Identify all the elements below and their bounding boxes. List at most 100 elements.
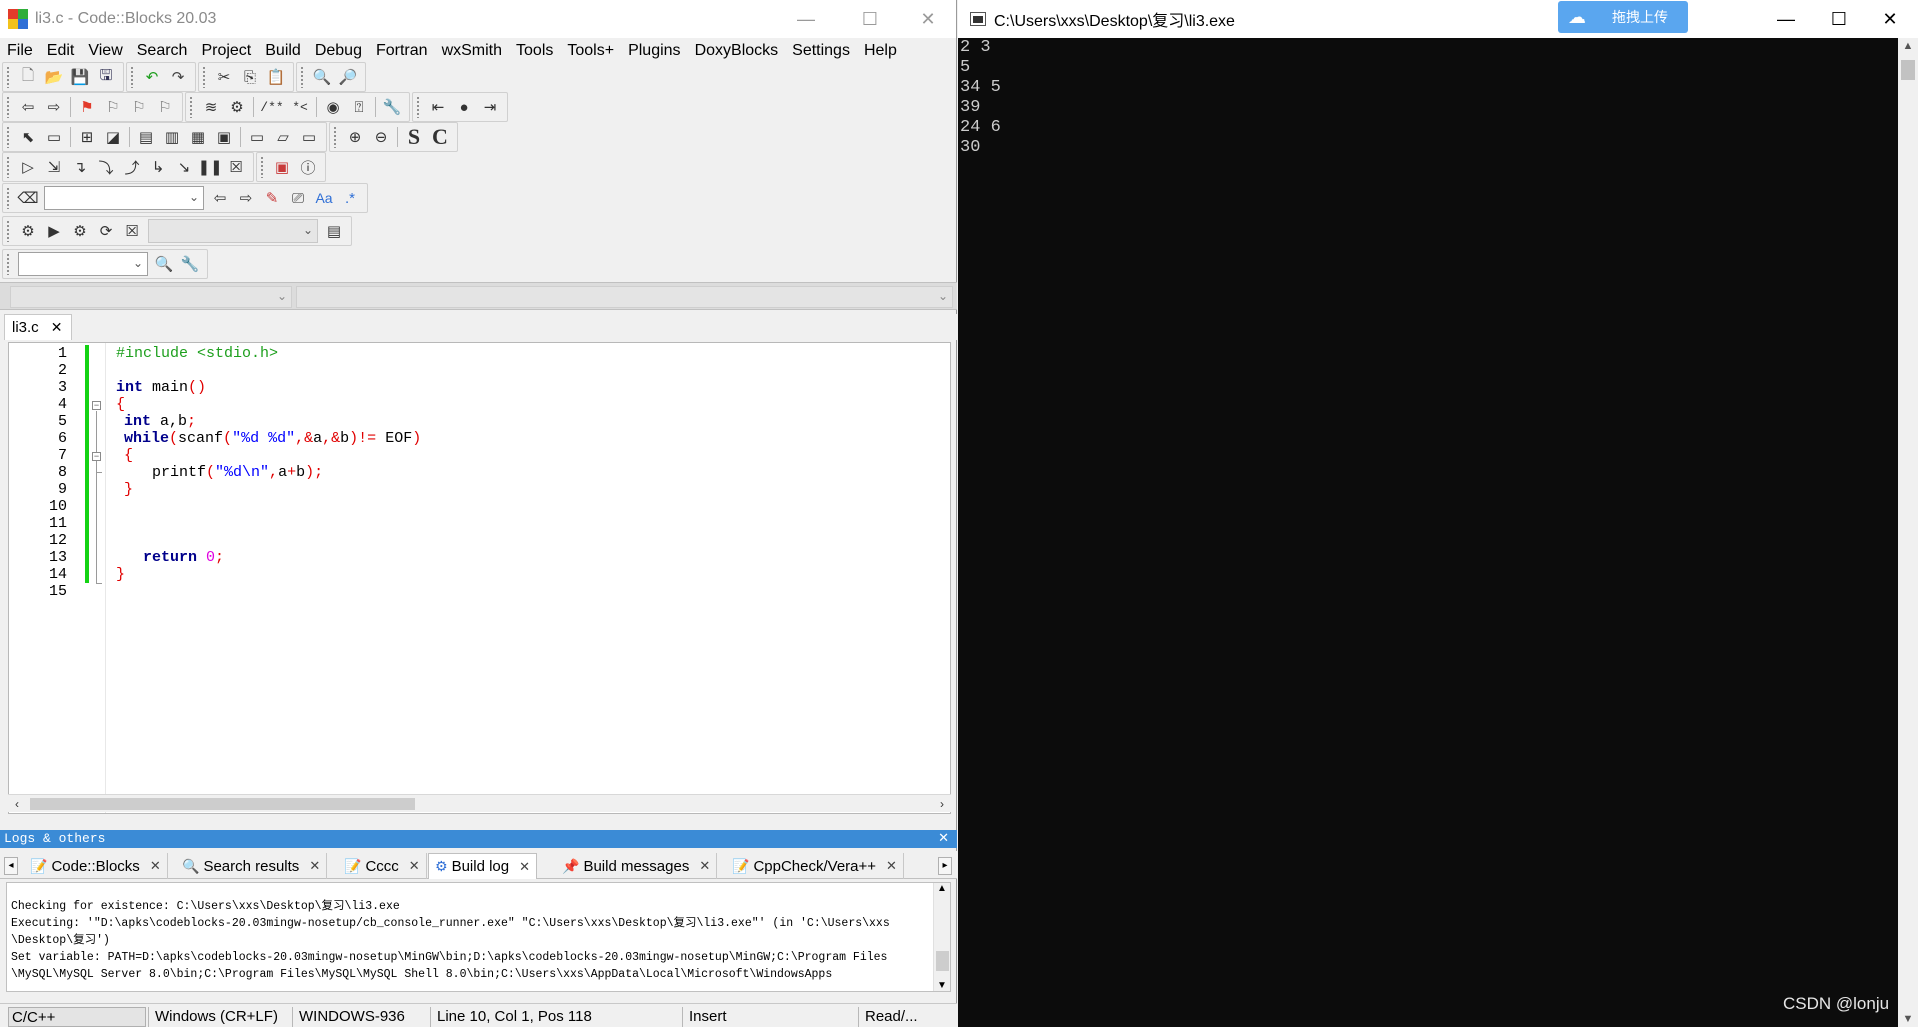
close-icon[interactable]: ✕ <box>51 319 63 336</box>
close-icon[interactable]: ✕ <box>309 858 320 874</box>
static-box-button[interactable]: ▥ <box>160 125 184 149</box>
code-editor[interactable]: 1 2 3 4 5 6 7 8 9 10 11 12 13 14 15 − − <box>8 342 951 814</box>
build-and-run-button[interactable]: ⚙ <box>68 219 92 243</box>
tab-cppcheck[interactable]: 📝 CppCheck/Vera++ ✕ <box>726 853 904 879</box>
console-output[interactable]: 2 3 5 34 5 39 24 6 30 <box>958 38 1898 1027</box>
function-combo[interactable]: ⌄ <box>296 286 953 308</box>
regex-button[interactable]: .* <box>338 186 362 210</box>
open-button[interactable]: 📂 <box>42 65 66 89</box>
doxy-config-button[interactable]: 🔧 <box>380 95 404 119</box>
build-button[interactable]: ⚙ <box>16 219 40 243</box>
menu-settings[interactable]: Settings <box>785 42 857 60</box>
build-target-combo[interactable]: ⌄ <box>148 219 318 243</box>
run-chm-button[interactable]: ⍰ <box>347 95 371 119</box>
step-into-instruction-button[interactable]: ↘ <box>172 155 196 179</box>
run-html-button[interactable]: ◉ <box>321 95 345 119</box>
step-into-button[interactable]: ⤵ <box>94 155 118 179</box>
code-text-area[interactable]: #include <stdio.h> int main() { int a,b;… <box>105 343 950 813</box>
log-vertical-scrollbar[interactable]: ▲ ▼ <box>933 883 950 991</box>
zoom-in-button[interactable]: ⊕ <box>343 125 367 149</box>
close-icon[interactable]: ✕ <box>938 830 949 848</box>
menu-help[interactable]: Help <box>857 42 904 60</box>
search-combo[interactable]: ⌄ <box>44 186 204 210</box>
highlight-button[interactable]: ✎ <box>260 186 284 210</box>
search-next-button[interactable]: ⇨ <box>234 186 258 210</box>
split-tool-button[interactable]: ◪ <box>101 125 125 149</box>
console-close-button[interactable]: ✕ <box>1862 0 1918 38</box>
box-sizer-button[interactable]: ▤ <box>134 125 158 149</box>
undo-button[interactable]: ↶ <box>140 65 164 89</box>
menu-plugins[interactable]: Plugins <box>621 42 687 60</box>
close-icon[interactable]: ✕ <box>699 858 710 874</box>
selection-only-button[interactable]: ⎚ <box>286 186 310 210</box>
s-button[interactable]: S <box>402 124 426 149</box>
pause-button[interactable]: ❚❚ <box>197 155 222 179</box>
bookmark-prev-button[interactable]: ⚐ <box>101 95 125 119</box>
next-line-button[interactable]: ↴ <box>68 155 92 179</box>
clear-search-button[interactable]: ⌫ <box>16 186 40 210</box>
scroll-right-icon[interactable]: › <box>933 795 951 813</box>
button-widget-button[interactable]: ▭ <box>245 125 269 149</box>
find-button[interactable]: 🔍 <box>310 65 334 89</box>
new-file-button[interactable]: 🗋 <box>16 65 40 89</box>
menu-tools[interactable]: Tools <box>509 42 560 60</box>
debug-info-button[interactable]: ⓘ <box>296 155 320 179</box>
run-to-cursor-button[interactable]: ⇲ <box>42 155 66 179</box>
bookmark-next-button[interactable]: ⚐ <box>127 95 151 119</box>
rectangle-tool-button[interactable]: ▭ <box>42 125 66 149</box>
cb-maximize-button[interactable]: ☐ <box>844 0 896 38</box>
step-out-button[interactable]: ⤴ <box>120 155 144 179</box>
tab-build-messages[interactable]: 📌 Build messages ✕ <box>556 853 718 879</box>
cc-combo[interactable]: ⌄ <box>18 252 148 276</box>
run-button[interactable]: ▶ <box>42 219 66 243</box>
jump-forward-button[interactable]: ⇥ <box>478 95 502 119</box>
doxywizard-button[interactable]: ≋ <box>199 95 223 119</box>
scroll-down-icon[interactable]: ▼ <box>934 980 950 991</box>
console-minimize-button[interactable]: — <box>1758 0 1814 38</box>
line-comment-button[interactable]: *< <box>288 95 312 119</box>
toolbar-grip[interactable] <box>6 66 11 88</box>
menu-file[interactable]: File <box>0 42 40 60</box>
extract-docs-button[interactable]: ⚙ <box>225 95 249 119</box>
scroll-down-icon[interactable]: ▼ <box>1898 1013 1918 1025</box>
jump-home-button[interactable]: ● <box>452 95 476 119</box>
flex-sizer-button[interactable]: ▣ <box>212 125 236 149</box>
stop-debug-button[interactable]: ☒ <box>224 155 248 179</box>
scope-combo[interactable]: ⌄ <box>10 286 292 308</box>
copy-button[interactable]: ⎘ <box>238 65 262 89</box>
menu-project[interactable]: Project <box>194 42 258 60</box>
rebuild-button[interactable]: ⟳ <box>94 219 118 243</box>
pointer-tool-button[interactable]: ⬉ <box>16 125 40 149</box>
menu-doxyblocks[interactable]: DoxyBlocks <box>688 42 786 60</box>
bookmark-clear-button[interactable]: ⚐ <box>153 95 177 119</box>
tab-li3c[interactable]: li3.c ✕ <box>4 314 72 340</box>
tab-scroll-right-icon[interactable]: ▸ <box>938 857 952 875</box>
bookmark-toggle-button[interactable]: ⚑ <box>75 95 99 119</box>
menu-build[interactable]: Build <box>258 42 308 60</box>
show-target-dialog-button[interactable]: ▤ <box>322 219 346 243</box>
menu-debug[interactable]: Debug <box>308 42 369 60</box>
fold-marker-while[interactable]: − <box>92 452 101 461</box>
tab-build-log[interactable]: ⚙ Build log ✕ <box>428 853 538 879</box>
jump-back-button[interactable]: ⇤ <box>426 95 450 119</box>
scroll-left-icon[interactable]: ‹ <box>8 795 26 813</box>
menu-fortran[interactable]: Fortran <box>369 42 435 60</box>
menu-edit[interactable]: Edit <box>40 42 82 60</box>
forward-button[interactable]: ⇨ <box>42 95 66 119</box>
scroll-up-icon[interactable]: ▲ <box>934 883 950 894</box>
cut-button[interactable]: ✂ <box>212 65 236 89</box>
scroll-up-icon[interactable]: ▲ <box>1898 40 1918 52</box>
c-button[interactable]: C <box>428 124 452 149</box>
grid-tool-button[interactable]: ⊞ <box>75 125 99 149</box>
console-vertical-scrollbar[interactable]: ▲ ▼ <box>1898 38 1918 1027</box>
next-instruction-button[interactable]: ↳ <box>146 155 170 179</box>
debug-windows-button[interactable]: ▣ <box>270 155 294 179</box>
close-icon[interactable]: ✕ <box>150 858 161 874</box>
close-icon[interactable]: ✕ <box>519 859 530 875</box>
menu-tools-plus[interactable]: Tools+ <box>560 42 621 60</box>
save-button[interactable]: 💾 <box>68 65 92 89</box>
cc-search-button[interactable]: 🔍 <box>152 252 176 276</box>
block-comment-button[interactable]: /** <box>258 95 286 119</box>
save-all-button[interactable]: 🖫 <box>94 65 118 89</box>
panel-widget-button[interactable]: ▭ <box>297 125 321 149</box>
